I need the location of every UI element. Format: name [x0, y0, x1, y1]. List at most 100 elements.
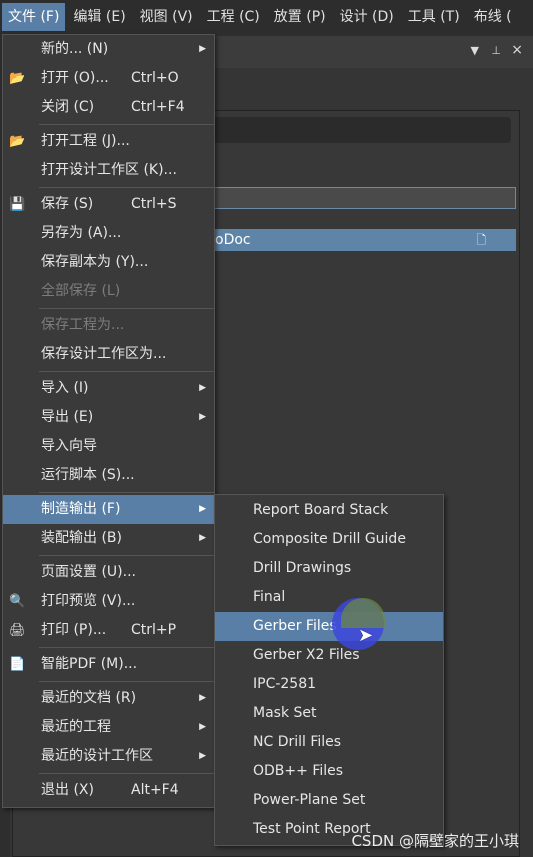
- menu-4[interactable]: 放置 (P): [268, 3, 332, 31]
- menu-5[interactable]: 设计 (D): [334, 3, 400, 31]
- menu-item-label: 最近的文档 (R): [41, 690, 137, 706]
- folder-open-icon: 📂: [9, 71, 26, 86]
- submenu-arrow-icon: ▶: [199, 44, 206, 54]
- submenu-item[interactable]: Final: [215, 583, 443, 612]
- document-icon: 🗋: [476, 233, 486, 247]
- file-menu-item[interactable]: 导入向导: [3, 432, 214, 461]
- menu-7[interactable]: 布线 (: [468, 3, 518, 31]
- menu-item-label: 关闭 (C): [41, 99, 95, 115]
- file-menu-item[interactable]: 关闭 (C) Ctrl+F4: [3, 93, 214, 122]
- watermark: CSDN @隔壁家的王小琪: [351, 832, 519, 850]
- submenu-item[interactable]: Composite Drill Guide: [215, 525, 443, 554]
- file-menu-item[interactable]: 📄 智能PDF (M)...: [3, 650, 214, 679]
- menu-0[interactable]: 文件 (F): [2, 3, 66, 31]
- file-menu-item[interactable]: 📂 打开 (O)... Ctrl+O: [3, 64, 214, 93]
- submenu-item[interactable]: Report Board Stack: [215, 496, 443, 525]
- file-menu-item[interactable]: 导入 (I) ▶: [3, 374, 214, 403]
- menu-item-label: 导入 (I): [41, 380, 89, 396]
- printer-icon: 🖨: [9, 623, 26, 638]
- file-menu-item[interactable]: 另存为 (A)...: [3, 219, 214, 248]
- pdf-icon: 📄: [9, 657, 26, 672]
- file-menu-item[interactable]: 📂 打开工程 (J)...: [3, 127, 214, 156]
- file-menu-item[interactable]: 运行脚本 (S)...: [3, 461, 214, 490]
- submenu-item[interactable]: IPC-2581: [215, 670, 443, 699]
- file-menu-item[interactable]: 新的... (N) ▶: [3, 35, 214, 64]
- mouse-cursor-icon: ➤: [358, 625, 374, 646]
- file-menu-item[interactable]: 页面设置 (U)...: [3, 558, 214, 587]
- menu-1[interactable]: 编辑 (E): [67, 3, 131, 31]
- submenu-arrow-icon: ▶: [199, 383, 206, 393]
- menu-item-label: 导出 (E): [41, 409, 94, 425]
- menu-3[interactable]: 工程 (C): [201, 3, 266, 31]
- menu-item-label: 导入向导: [41, 438, 97, 454]
- menu-item-label: 打开工程 (J)...: [41, 133, 130, 149]
- file-menu-item[interactable]: 💾 保存 (S) Ctrl+S: [3, 190, 214, 219]
- submenu-item[interactable]: NC Drill Files: [215, 728, 443, 757]
- menu-item-label: 最近的设计工作区: [41, 748, 153, 764]
- submenu-item[interactable]: Gerber X2 Files: [215, 641, 443, 670]
- menu-item-label: 保存设计工作区为...: [41, 346, 167, 362]
- menu-item-label: Mask Set: [253, 705, 317, 721]
- menu-item-label: Drill Drawings: [253, 560, 352, 576]
- print-preview-icon: 🔍: [9, 594, 26, 609]
- file-menu-item[interactable]: 制造输出 (F) ▶: [3, 495, 214, 524]
- menu-item-label: 运行脚本 (S)...: [41, 467, 135, 483]
- menu-item-label: Report Board Stack: [253, 502, 389, 518]
- menu-item-label: IPC-2581: [253, 676, 317, 692]
- submenu-arrow-icon: ▶: [199, 504, 206, 514]
- file-menu: 新的... (N) ▶ 📂 打开 (O)... Ctrl+O 关闭 (C) Ctrl+F4 📂…: [2, 34, 215, 808]
- menu-item-label: 打印 (P)...: [41, 622, 107, 638]
- file-menu-item[interactable]: 保存副本为 (Y)...: [3, 248, 214, 277]
- file-menu-item[interactable]: 导出 (E) ▶: [3, 403, 214, 432]
- submenu-arrow-icon: ▶: [199, 412, 206, 422]
- file-menu-item[interactable]: 退出 (X) Alt+F4: [3, 776, 214, 805]
- folder-open-icon: 📂: [9, 134, 26, 149]
- file-menu-item[interactable]: 装配输出 (B) ▶: [3, 524, 214, 553]
- menu-bar: 文件 (F) 编辑 (E) 视图 (V) 工程 (C) 放置 (P) 设计 (D) 工具 (…: [0, 0, 533, 34]
- submenu-item[interactable]: Drill Drawings: [215, 554, 443, 583]
- file-menu-item[interactable]: 打开设计工作区 (K)...: [3, 156, 214, 185]
- file-menu-item: 保存工程为...: [3, 311, 214, 340]
- menu-item-label: 全部保存 (L): [41, 283, 121, 299]
- menu-item-label: 打印预览 (V)...: [41, 593, 136, 609]
- menu-2[interactable]: 视图 (V): [134, 3, 199, 31]
- menu-item-label: 另存为 (A)...: [41, 225, 122, 241]
- submenu-item[interactable]: ODB++ Files: [215, 757, 443, 786]
- menu-item-shortcut: Ctrl+F4: [131, 99, 185, 115]
- menu-item-shortcut: Ctrl+O: [131, 70, 179, 86]
- file-menu-item[interactable]: 保存设计工作区为...: [3, 340, 214, 369]
- file-menu-item[interactable]: 🖨 打印 (P)... Ctrl+P: [3, 616, 214, 645]
- file-menu-item[interactable]: 最近的工程 ▶: [3, 713, 214, 742]
- menu-item-label: 装配输出 (B): [41, 530, 122, 546]
- menu-item-label: Composite Drill Guide: [253, 531, 406, 547]
- document-name: oDoc: [215, 232, 251, 248]
- menu-item-label: 保存副本为 (Y)...: [41, 254, 149, 270]
- file-menu-item: 全部保存 (L): [3, 277, 214, 306]
- menu-item-shortcut: Alt+F4: [131, 782, 179, 798]
- submenu-item[interactable]: Power-Plane Set: [215, 786, 443, 815]
- pin-icon[interactable]: ⊥: [491, 44, 501, 57]
- dropdown-icon[interactable]: ▼: [471, 44, 479, 57]
- menu-6[interactable]: 工具 (T): [402, 3, 466, 31]
- menu-item-label: Gerber Files: [253, 618, 337, 634]
- submenu-arrow-icon: ▶: [199, 751, 206, 761]
- menu-item-label: ODB++ Files: [253, 763, 344, 779]
- submenu-item[interactable]: Gerber Files: [215, 612, 443, 641]
- menu-item-label: 页面设置 (U)...: [41, 564, 136, 580]
- file-menu-item[interactable]: 🔍 打印预览 (V)...: [3, 587, 214, 616]
- menu-item-label: 打开设计工作区 (K)...: [41, 162, 177, 178]
- menu-item-label: 退出 (X): [41, 782, 94, 798]
- submenu-arrow-icon: ▶: [199, 533, 206, 543]
- file-menu-item[interactable]: 最近的设计工作区 ▶: [3, 742, 214, 771]
- file-menu-item[interactable]: 最近的文档 (R) ▶: [3, 684, 214, 713]
- save-icon: 💾: [9, 197, 26, 212]
- close-icon[interactable]: ×: [511, 42, 523, 58]
- menu-item-label: NC Drill Files: [253, 734, 342, 750]
- menu-item-label: 智能PDF (M)...: [41, 656, 138, 672]
- submenu-item[interactable]: Mask Set: [215, 699, 443, 728]
- menu-item-label: 打开 (O)...: [41, 70, 109, 86]
- menu-item-label: 新的... (N): [41, 41, 109, 57]
- menu-item-shortcut: Ctrl+P: [131, 622, 177, 638]
- menu-item-label: Gerber X2 Files: [253, 647, 360, 663]
- menu-item-label: Final: [253, 589, 286, 605]
